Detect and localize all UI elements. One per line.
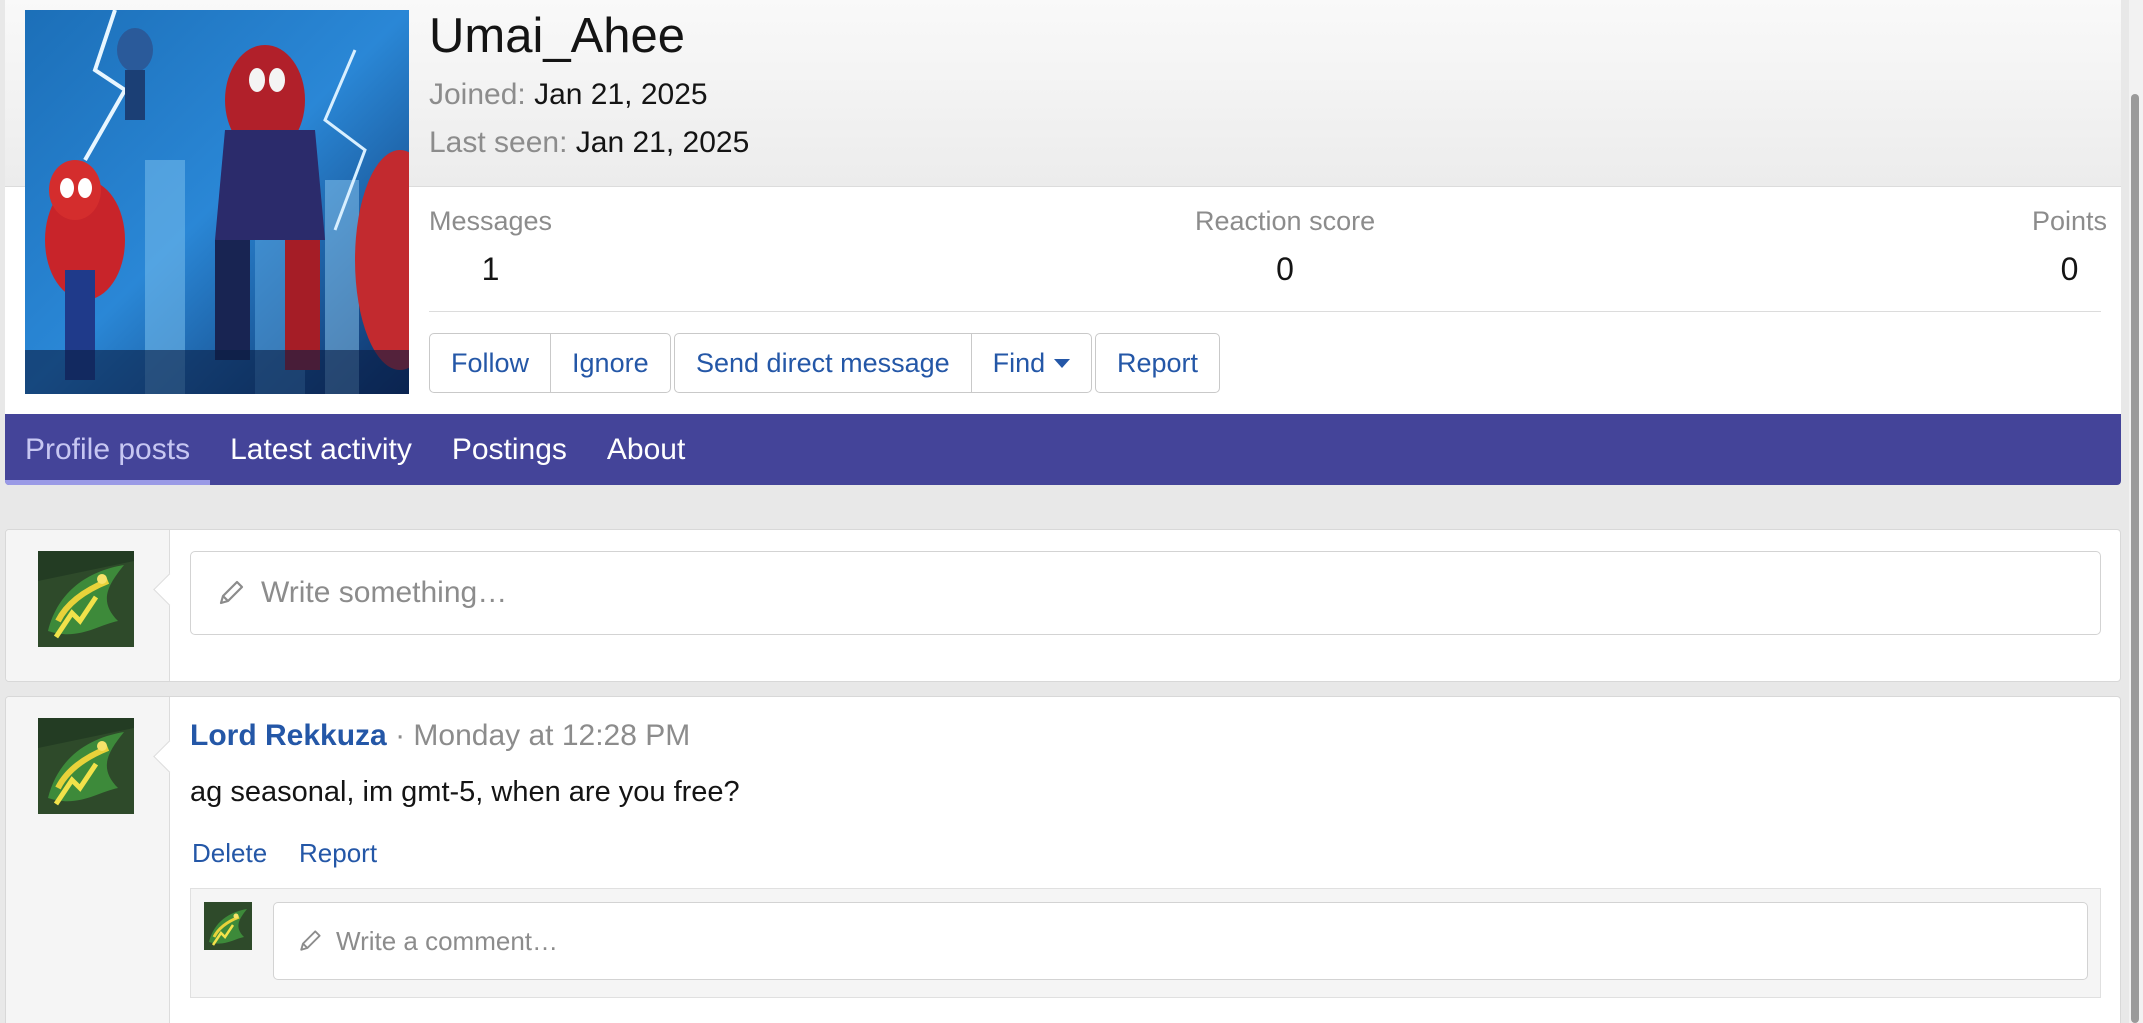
write-comment-input[interactable]: Write a comment… (273, 902, 2088, 980)
profile-tabs: Profile posts Latest activity Postings A… (5, 414, 2121, 485)
stat-points: Points 0 (2032, 206, 2107, 288)
profile-post-composer: Write something… (5, 529, 2121, 682)
joined-value: Jan 21, 2025 (534, 78, 708, 111)
send-direct-message-button[interactable]: Send direct message (675, 334, 972, 392)
follow-button[interactable]: Follow (430, 334, 552, 392)
joined-label: Joined: (429, 78, 526, 111)
profile-post: Lord Rekkuza · Monday at 12:28 PM ag sea… (5, 696, 2121, 1023)
stat-points-label: Points (2031, 206, 2107, 236)
stat-reaction-value: 0 (1276, 251, 1294, 287)
stat-points-value: 0 (2060, 251, 2079, 287)
spider-man-avatar-image (25, 10, 409, 394)
rayquaza-avatar-image (38, 551, 134, 647)
pencil-icon (300, 930, 321, 951)
profile-header: Umai_Ahee Joined: Jan 21, 2025 Last seen… (5, 0, 2121, 485)
stat-messages-value: 1 (481, 251, 500, 287)
rayquaza-avatar-image (204, 902, 252, 950)
report-group: Report (1095, 333, 1221, 393)
write-something-placeholder: Write something… (261, 576, 508, 609)
post-separator: · (395, 719, 406, 752)
follow-ignore-group: Follow Ignore (429, 333, 671, 393)
stat-messages-label: Messages (429, 206, 553, 236)
post-body: ag seasonal, im gmt-5, when are you free… (190, 776, 740, 808)
scrollbar-thumb[interactable] (2131, 94, 2139, 1023)
last-seen-line: Last seen: Jan 21, 2025 (429, 126, 749, 160)
delete-post-link[interactable]: Delete (192, 838, 267, 869)
tab-profile-posts[interactable]: Profile posts (5, 414, 211, 485)
write-something-input[interactable]: Write something… (190, 551, 2101, 635)
ignore-button[interactable]: Ignore (551, 334, 670, 392)
tab-postings[interactable]: Postings (432, 414, 587, 485)
composer-avatar[interactable] (38, 551, 134, 647)
write-comment-placeholder: Write a comment… (336, 925, 559, 956)
post-header: Lord Rekkuza · Monday at 12:28 PM (190, 719, 690, 753)
find-dropdown-button[interactable]: Find (972, 334, 1092, 392)
last-seen-label: Last seen: (429, 126, 568, 159)
rayquaza-avatar-image (38, 718, 134, 814)
find-button-label: Find (992, 347, 1046, 378)
last-seen-value: Jan 21, 2025 (575, 126, 750, 159)
stat-messages[interactable]: Messages 1 (429, 206, 552, 288)
tab-about[interactable]: About (587, 414, 705, 485)
page: Umai_Ahee Joined: Jan 21, 2025 Last seen… (5, 0, 2121, 1023)
comment-avatar[interactable] (204, 902, 252, 950)
profile-username: Umai_Ahee (429, 9, 686, 63)
report-profile-button[interactable]: Report (1096, 334, 1219, 392)
report-post-link[interactable]: Report (299, 838, 377, 869)
post-timestamp[interactable]: Monday at 12:28 PM (413, 719, 690, 752)
comment-area: Write a comment… (190, 888, 2101, 998)
post-author-link[interactable]: Lord Rekkuza (190, 719, 387, 752)
pencil-icon (219, 580, 244, 605)
stat-reaction-label: Reaction score (1195, 206, 1376, 236)
joined-line: Joined: Jan 21, 2025 (429, 78, 708, 112)
stats-divider (429, 311, 2101, 312)
post-author-avatar[interactable] (38, 718, 134, 814)
profile-avatar[interactable] (25, 10, 409, 394)
tab-latest-activity[interactable]: Latest activity (210, 414, 432, 485)
stat-reaction-score: Reaction score 0 (1195, 206, 1375, 288)
message-find-group: Send direct message Find (674, 333, 1093, 393)
caret-down-icon (1054, 358, 1071, 368)
